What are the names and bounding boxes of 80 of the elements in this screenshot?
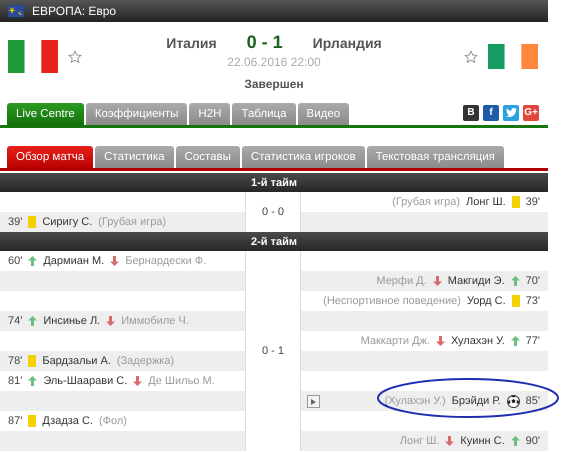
event-minute: 85' (526, 395, 540, 407)
team-name[interactable]: Италия (166, 34, 217, 50)
match-status: Завершен (244, 77, 304, 91)
star-icon[interactable] (68, 50, 82, 64)
arrow-down-icon (133, 376, 142, 386)
booking-card-icon (28, 355, 36, 367)
event-note: (Хулахэн У.) (384, 395, 446, 407)
event-minute: 87' (8, 415, 22, 427)
player-name[interactable]: Хулахэн У. (450, 335, 505, 347)
stars-logo-icon (8, 5, 24, 17)
booking-card-icon (28, 216, 36, 228)
tab[interactable]: Обзор матча (7, 146, 94, 168)
player-name[interactable]: Дзадза С. (42, 415, 93, 427)
vk-button[interactable]: В (463, 104, 479, 120)
flag-icon (8, 40, 58, 73)
player-name[interactable]: Макгиди Э. (448, 275, 505, 287)
event-note: (Задержка) (116, 355, 174, 367)
player-name[interactable]: Де Шильо М. (148, 375, 215, 387)
arrow-up-icon (510, 276, 520, 286)
event-note: (Фол) (98, 415, 127, 427)
facebook-button[interactable]: f (483, 104, 499, 120)
booking-card-icon (512, 295, 520, 307)
team-name[interactable]: Ирландия (312, 34, 382, 50)
booking-card-icon (512, 196, 520, 208)
tab[interactable]: Статистика (95, 146, 174, 168)
arrow-up-icon (510, 436, 520, 446)
tab[interactable]: Видео (298, 103, 350, 125)
booking-card-icon (28, 415, 36, 427)
event-minute: 90' (526, 435, 540, 447)
event-minute: 77' (526, 335, 540, 347)
arrow-up-icon (28, 316, 38, 326)
tab[interactable]: Таблица (232, 103, 296, 125)
player-name[interactable]: Инсинье Л. (43, 315, 100, 327)
match-score: 0 - 1 (246, 32, 283, 53)
player-name[interactable]: Лонг Ш. (466, 196, 506, 208)
event-minute: 60' (8, 255, 22, 267)
tab[interactable]: Текстовая трансляция (366, 146, 504, 168)
star-icon[interactable] (464, 50, 478, 64)
arrow-up-icon (510, 336, 520, 346)
tab[interactable]: Статистика игроков (242, 146, 365, 168)
arrow-down-icon (432, 276, 442, 286)
event-note: (Грубая игра) (392, 196, 460, 208)
arrow-down-icon (106, 316, 116, 326)
player-name[interactable]: Бернардески Ф. (125, 255, 206, 267)
tab[interactable]: Live Centre (7, 103, 84, 125)
event-note: (Неспортивное поведение) (323, 295, 461, 307)
twitter-button[interactable] (503, 104, 519, 120)
player-name[interactable]: Сиригу С. (42, 216, 92, 228)
player-name[interactable]: Маккарти Дж. (360, 335, 430, 347)
player-name[interactable]: Уорд С. (466, 295, 506, 307)
arrow-up-icon (28, 256, 38, 266)
video-icon[interactable] (307, 395, 320, 408)
event-minute: 70' (526, 275, 540, 287)
event-minute: 73' (526, 295, 540, 307)
arrow-down-icon (436, 336, 445, 346)
flag-icon (488, 44, 538, 69)
period-score: 0 - 1 (245, 251, 301, 451)
player-name[interactable]: Брэйди Р. (452, 395, 501, 407)
ball-icon (506, 394, 520, 408)
tab[interactable]: Коэффициенты (86, 103, 188, 125)
player-name[interactable]: Дармиан М. (43, 255, 104, 267)
period-header: 1-й тайм (0, 173, 548, 192)
player-name[interactable]: Бардзальи А. (42, 355, 111, 367)
event-note: (Грубая игра) (98, 216, 166, 228)
event-minute: 74' (8, 315, 22, 327)
event-minute: 78' (8, 355, 22, 367)
event-minute: 39' (8, 216, 22, 228)
arrow-down-icon (445, 436, 454, 446)
match-date: 22.06.2016 22:00 (227, 55, 321, 69)
competition-title: ЕВРОПА: Евро (32, 4, 116, 18)
period-header: 2-й тайм (0, 232, 548, 251)
google-plus-button[interactable]: G+ (523, 104, 539, 120)
event-minute: 39' (526, 196, 540, 208)
player-name[interactable]: Куинн С. (460, 435, 505, 447)
tab[interactable]: Составы (176, 146, 240, 168)
period-score: 0 - 0 (245, 192, 301, 232)
player-name[interactable]: Эль-Шаарави С. (43, 375, 128, 387)
arrow-up-icon (28, 376, 38, 386)
event-minute: 81' (8, 375, 22, 387)
arrow-down-icon (110, 256, 120, 266)
